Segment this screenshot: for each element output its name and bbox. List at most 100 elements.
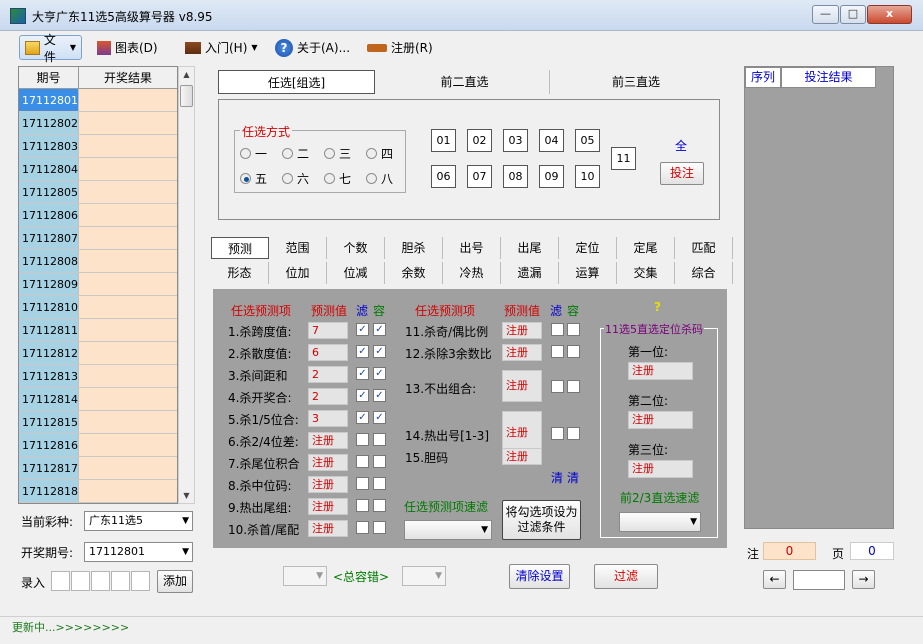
filter-tab-9[interactable]: 匹配 — [675, 237, 733, 259]
number-01[interactable]: 01 — [431, 129, 456, 152]
predict-value-input[interactable]: 注册 — [502, 448, 542, 465]
scroll-up-icon[interactable]: ▲ — [179, 67, 194, 82]
filter-checkbox[interactable] — [551, 345, 564, 358]
tolerance-checkbox[interactable]: ✓ — [373, 367, 386, 380]
radio-mode-2[interactable]: 二 — [282, 145, 309, 162]
tolerance-checkbox[interactable]: ✓ — [373, 345, 386, 358]
prev-page-button[interactable]: ← — [763, 570, 786, 589]
filter-checkbox[interactable] — [551, 427, 564, 440]
filter-tab-5[interactable]: 出号 — [443, 237, 501, 259]
table-row[interactable]: 17112818 — [19, 480, 177, 503]
table-row[interactable]: 17112810 — [19, 296, 177, 319]
filter-tab-7[interactable]: 定位 — [559, 237, 617, 259]
add-button[interactable]: 添加 — [157, 570, 193, 593]
predict-value-input[interactable]: 2 — [308, 366, 348, 383]
table-row[interactable]: 17112808 — [19, 250, 177, 273]
table-row[interactable]: 17112809 — [19, 273, 177, 296]
maximize-button[interactable]: □ — [840, 5, 866, 24]
predict-value-input[interactable]: 3 — [308, 410, 348, 427]
number-02[interactable]: 02 — [467, 129, 492, 152]
radio-mode-1[interactable]: 一 — [240, 145, 267, 162]
clear-filter-link[interactable]: 清 — [551, 469, 563, 486]
tolerance-checkbox[interactable]: ✓ — [373, 323, 386, 336]
select-all-link[interactable]: 全 — [675, 137, 687, 154]
filter-checkbox[interactable]: ✓ — [356, 323, 369, 336]
intro-menu-button[interactable]: 入门(H) ▼ — [180, 35, 263, 60]
issue-select[interactable]: 17112801 ▼ — [84, 542, 193, 562]
filter-tab-15[interactable]: 遗漏 — [501, 262, 559, 284]
filter-checkbox[interactable] — [356, 455, 369, 468]
number-09[interactable]: 09 — [539, 165, 564, 188]
tolerance-checkbox[interactable] — [567, 323, 580, 336]
table-row[interactable]: 17112814 — [19, 388, 177, 411]
bet-button[interactable]: 投注 — [660, 162, 704, 185]
question-icon[interactable]: ? — [654, 300, 661, 314]
tab-front2-direct[interactable]: 前二直选 — [380, 70, 550, 94]
scroll-down-icon[interactable]: ▼ — [179, 488, 194, 503]
tolerance-checkbox[interactable] — [567, 380, 580, 393]
predict-value-input[interactable]: 注册 — [502, 370, 542, 402]
tolerance-checkbox[interactable] — [373, 521, 386, 534]
lottery-select[interactable]: 广东11选5 ▼ — [84, 511, 193, 531]
col-seq[interactable]: 序列 — [745, 67, 781, 88]
col-bet-result[interactable]: 投注结果 — [781, 67, 876, 88]
col-issue[interactable]: 期号 — [19, 67, 79, 88]
filter-checkbox[interactable] — [356, 477, 369, 490]
table-row[interactable]: 17112812 — [19, 342, 177, 365]
filter-tab-16[interactable]: 运算 — [559, 262, 617, 284]
clear-settings-button[interactable]: 清除设置 — [509, 564, 570, 589]
register-menu-button[interactable]: 注册(R) — [362, 35, 438, 60]
tolerance-checkbox[interactable] — [373, 477, 386, 490]
close-button[interactable]: x — [867, 5, 912, 24]
tolerance-checkbox[interactable] — [373, 433, 386, 446]
tolerance-checkbox[interactable] — [373, 499, 386, 512]
filter-tab-4[interactable]: 胆杀 — [385, 237, 443, 259]
filter-checkbox[interactable] — [356, 499, 369, 512]
table-row[interactable]: 17112806 — [19, 204, 177, 227]
table-row[interactable]: 17112802 — [19, 112, 177, 135]
number-08[interactable]: 08 — [503, 165, 528, 188]
radio-mode-7[interactable]: 七 — [324, 170, 351, 187]
filter-tab-6[interactable]: 出尾 — [501, 237, 559, 259]
pos3-value[interactable]: 注册 — [628, 460, 693, 478]
history-scrollbar[interactable]: ▲ ▼ — [178, 66, 195, 504]
number-10[interactable]: 10 — [575, 165, 600, 188]
number-05[interactable]: 05 — [575, 129, 600, 152]
entry-input-2[interactable] — [71, 571, 90, 591]
radio-mode-8[interactable]: 八 — [366, 170, 393, 187]
table-row[interactable]: 17112815 — [19, 411, 177, 434]
filter-checkbox[interactable] — [356, 433, 369, 446]
page-input[interactable] — [793, 570, 845, 590]
entry-input-3[interactable] — [91, 571, 110, 591]
tolerance-min-select[interactable]: ▼ — [283, 566, 327, 586]
table-row[interactable]: 17112807 — [19, 227, 177, 250]
filter-checkbox[interactable]: ✓ — [356, 411, 369, 424]
table-row[interactable]: 17112801 — [19, 89, 177, 112]
entry-input-1[interactable] — [51, 571, 70, 591]
filter-tab-8[interactable]: 定尾 — [617, 237, 675, 259]
tolerance-checkbox[interactable] — [567, 427, 580, 440]
filter-checkbox[interactable]: ✓ — [356, 345, 369, 358]
table-row[interactable]: 17112811 — [19, 319, 177, 342]
next-page-button[interactable]: → — [852, 570, 875, 589]
tolerance-checkbox[interactable] — [567, 345, 580, 358]
radio-mode-3[interactable]: 三 — [324, 145, 351, 162]
filter-tab-11[interactable]: 位加 — [269, 262, 327, 284]
table-row[interactable]: 17112817 — [19, 457, 177, 480]
entry-input-4[interactable] — [111, 571, 130, 591]
number-07[interactable]: 07 — [467, 165, 492, 188]
table-row[interactable]: 17112816 — [19, 434, 177, 457]
radio-mode-5[interactable]: 五 — [240, 170, 267, 187]
predict-value-input[interactable]: 注册 — [502, 322, 542, 339]
chart-menu-button[interactable]: 图表(D) — [92, 35, 163, 60]
filter-tab-14[interactable]: 冷热 — [443, 262, 501, 284]
tab-front3-direct[interactable]: 前三直选 — [552, 70, 720, 94]
predict-value-input[interactable]: 7 — [308, 322, 348, 339]
predict-value-input[interactable]: 注册 — [308, 454, 348, 471]
radio-mode-4[interactable]: 四 — [366, 145, 393, 162]
filter-tab-2[interactable]: 范围 — [269, 237, 327, 259]
filter-checkbox[interactable] — [551, 380, 564, 393]
filter-checkbox[interactable]: ✓ — [356, 389, 369, 402]
predict-value-input[interactable]: 2 — [308, 388, 348, 405]
tolerance-checkbox[interactable]: ✓ — [373, 389, 386, 402]
